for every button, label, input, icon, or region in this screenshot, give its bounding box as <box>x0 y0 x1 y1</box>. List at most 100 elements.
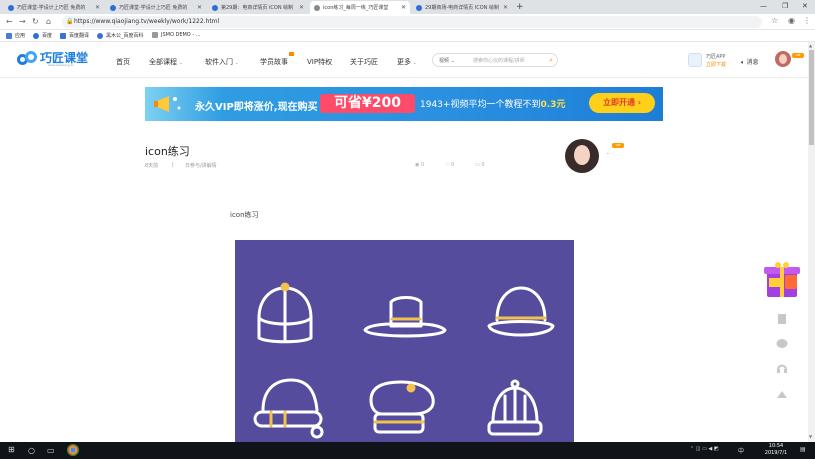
view-count-value: 0 <box>420 162 425 168</box>
headset-icon[interactable] <box>776 363 788 373</box>
menu-icon[interactable]: ⋮ <box>803 16 811 25</box>
search-icon[interactable]: ⌕ <box>549 56 553 65</box>
beanie-hat-icon <box>253 378 324 439</box>
nav-stories[interactable]: 学员故事 <box>260 52 294 67</box>
site-favicon-icon <box>110 4 116 11</box>
banner-detail-text: 1943+视频平均一个教程不到0.3元 <box>420 97 565 110</box>
close-icon[interactable]: ✕ <box>503 4 508 11</box>
page-scrollbar[interactable]: ▲ ▼ <box>808 42 815 442</box>
meta-separator: | <box>172 162 174 168</box>
url-text: https://www.qiaojiang.tv/weekly/work/122… <box>74 18 220 25</box>
fedora-hat-icon <box>363 296 447 338</box>
comment-count[interactable]: ▭ 0 <box>475 162 485 168</box>
tab-title: 第29期：电商详情页 ICON 绘制 <box>221 5 294 11</box>
forward-icon[interactable]: → <box>19 17 26 26</box>
close-icon[interactable]: ✕ <box>95 4 100 11</box>
messages-link[interactable]: 🔈︎ 消息 <box>741 57 759 67</box>
banner-price: 0.3元 <box>540 100 566 110</box>
author-name[interactable]: · <box>607 151 609 158</box>
comment-icon: ▭ <box>475 162 480 168</box>
user-avatar[interactable] <box>775 51 791 67</box>
bookmark-item[interactable]: 百度 <box>33 32 52 39</box>
nav-more[interactable]: 更多 ⌄ <box>397 57 417 67</box>
bookmark-item[interactable]: 百度翻译 <box>60 32 89 39</box>
close-icon[interactable]: ✕ <box>197 4 202 11</box>
back-to-top-icon[interactable] <box>776 389 788 399</box>
bookmark-apps[interactable]: 应用 <box>6 32 25 39</box>
site-logo[interactable]: 巧匠课堂 www.qiaojiang.tv <box>17 51 88 67</box>
scroll-up-icon[interactable]: ▲ <box>809 43 812 48</box>
view-count: ◉ 0 <box>415 162 424 168</box>
post-time: 8天前 <box>145 163 159 169</box>
open-vip-button[interactable]: 立即开通 › <box>589 93 655 113</box>
search-icon[interactable]: ○ <box>28 446 35 455</box>
bookmark-label: 黑木公_百度百科 <box>106 33 144 39</box>
baike-icon <box>97 32 103 39</box>
scroll-thumb[interactable] <box>809 50 814 145</box>
app-subtitle: 立即下载 <box>706 62 727 68</box>
maximize-button[interactable]: ❐ <box>782 2 788 10</box>
page-title: icon练习 <box>145 145 190 158</box>
chat-icon[interactable] <box>776 339 788 349</box>
app-title: 巧匠APP <box>706 54 726 60</box>
nav-all-courses[interactable]: 全部课程 ⌄ <box>149 57 183 67</box>
site-header: 巧匠课堂 www.qiaojiang.tv 首页 全部课程 ⌄ 软件入门 ⌄ 学… <box>0 42 808 78</box>
like-count-value: 0 <box>451 162 455 168</box>
baidu-icon <box>33 32 39 39</box>
browser-tab-active[interactable]: icon练习_每周一练_巧匠课堂 ✕ <box>310 1 410 14</box>
notification-icon[interactable]: ▤ <box>800 446 806 453</box>
gift-promo-icon[interactable] <box>764 261 800 299</box>
bowler-hat-icon <box>487 286 555 337</box>
search-input[interactable]: 搜索你心仪的课程/讲师 <box>473 57 525 64</box>
search-box: 视频 ⌄ 搜索你心仪的课程/讲师 ⌕ <box>432 53 558 67</box>
bookmark-label: 百度 <box>42 33 53 39</box>
bookmark-item[interactable]: JSMO DEMO - ... <box>152 32 201 38</box>
close-icon[interactable]: ✕ <box>401 4 406 11</box>
browser-tab[interactable]: 巧匠课堂-学设计上巧匠 免费的 ✕ <box>4 1 104 14</box>
windows-start-icon[interactable]: ⊞ <box>8 445 15 454</box>
scroll-down-icon[interactable]: ▼ <box>809 434 812 439</box>
site-favicon-icon <box>416 4 422 11</box>
browser-tab[interactable]: 29期商场-电商详情页 ICON 绘制 ✕ <box>412 1 512 14</box>
minimize-button[interactable]: — <box>760 2 767 10</box>
post-category[interactable]: 日参与/讲解情 <box>185 162 217 169</box>
close-window-button[interactable]: ✕ <box>802 2 808 10</box>
chevron-down-icon: ⌄ <box>177 60 183 66</box>
tab-title: 巧匠课堂-学设计上巧匠 免费的 <box>17 5 86 11</box>
bookmark-item[interactable]: 黑木公_百度百科 <box>97 32 144 39</box>
app-icon <box>688 53 702 67</box>
reload-icon[interactable]: ↻ <box>32 17 39 26</box>
like-count[interactable]: ♡ 0 <box>445 162 454 168</box>
pith-helmet-icon <box>487 379 543 436</box>
thumbs-up-icon: ♡ <box>445 162 450 168</box>
browser-tab[interactable]: 巧匠课堂-学设计上巧匠 免费的 ✕ <box>106 1 206 14</box>
task-view-icon[interactable]: ▭ <box>47 446 55 455</box>
banner-lead-text: 永久VIP即将涨价,现在购买 <box>195 102 318 113</box>
close-icon[interactable]: ✕ <box>299 4 304 11</box>
system-clock[interactable]: 10:54 2019/7/1 <box>758 443 794 457</box>
browser-tab[interactable]: 第29期：电商详情页 ICON 绘制 ✕ <box>208 1 308 14</box>
bookmark-star-icon[interactable]: ☆ <box>771 16 778 25</box>
promo-banner[interactable]: 永久VIP即将涨价,现在购买 可省¥200 1943+视频平均一个教程不到0.3… <box>145 87 663 121</box>
banner-saving-text: 可省¥200 <box>320 94 415 113</box>
nav-home[interactable]: 首页 <box>116 57 130 67</box>
chrome-taskbar-icon[interactable] <box>67 444 79 456</box>
input-language[interactable]: 中 <box>738 446 744 455</box>
tray-icons[interactable]: ⌃ ◫ ▭ ◀ ◩ <box>690 446 719 452</box>
nav-about[interactable]: 关于巧匠 <box>350 57 378 67</box>
account-icon[interactable]: ◉ <box>788 16 795 25</box>
new-tab-button[interactable]: + <box>516 2 524 12</box>
home-icon[interactable]: ⌂ <box>46 17 51 26</box>
nav-software[interactable]: 软件入门 ⌄ <box>205 57 239 67</box>
back-icon[interactable]: ← <box>6 17 13 26</box>
site-favicon-icon <box>314 4 320 11</box>
speaker-icon: 🔈︎ <box>741 59 745 66</box>
author-avatar[interactable] <box>565 139 599 173</box>
url-field[interactable]: 🔒 https://www.qiaojiang.tv/weekly/work/12… <box>62 16 762 28</box>
document-icon[interactable] <box>776 314 788 324</box>
address-toolbar: ← → ↻ ⌂ 🔒 https://www.qiaojiang.tv/weekly… <box>0 14 815 30</box>
bookmarks-bar: 应用 百度 百度翻译 黑木公_百度百科 JSMO DEMO - ... <box>0 30 815 42</box>
nav-vip[interactable]: VIP特权 <box>307 57 332 67</box>
tab-title: icon练习_每周一练_巧匠课堂 <box>323 5 389 11</box>
search-scope-select[interactable]: 视频 ⌄ <box>439 57 455 64</box>
